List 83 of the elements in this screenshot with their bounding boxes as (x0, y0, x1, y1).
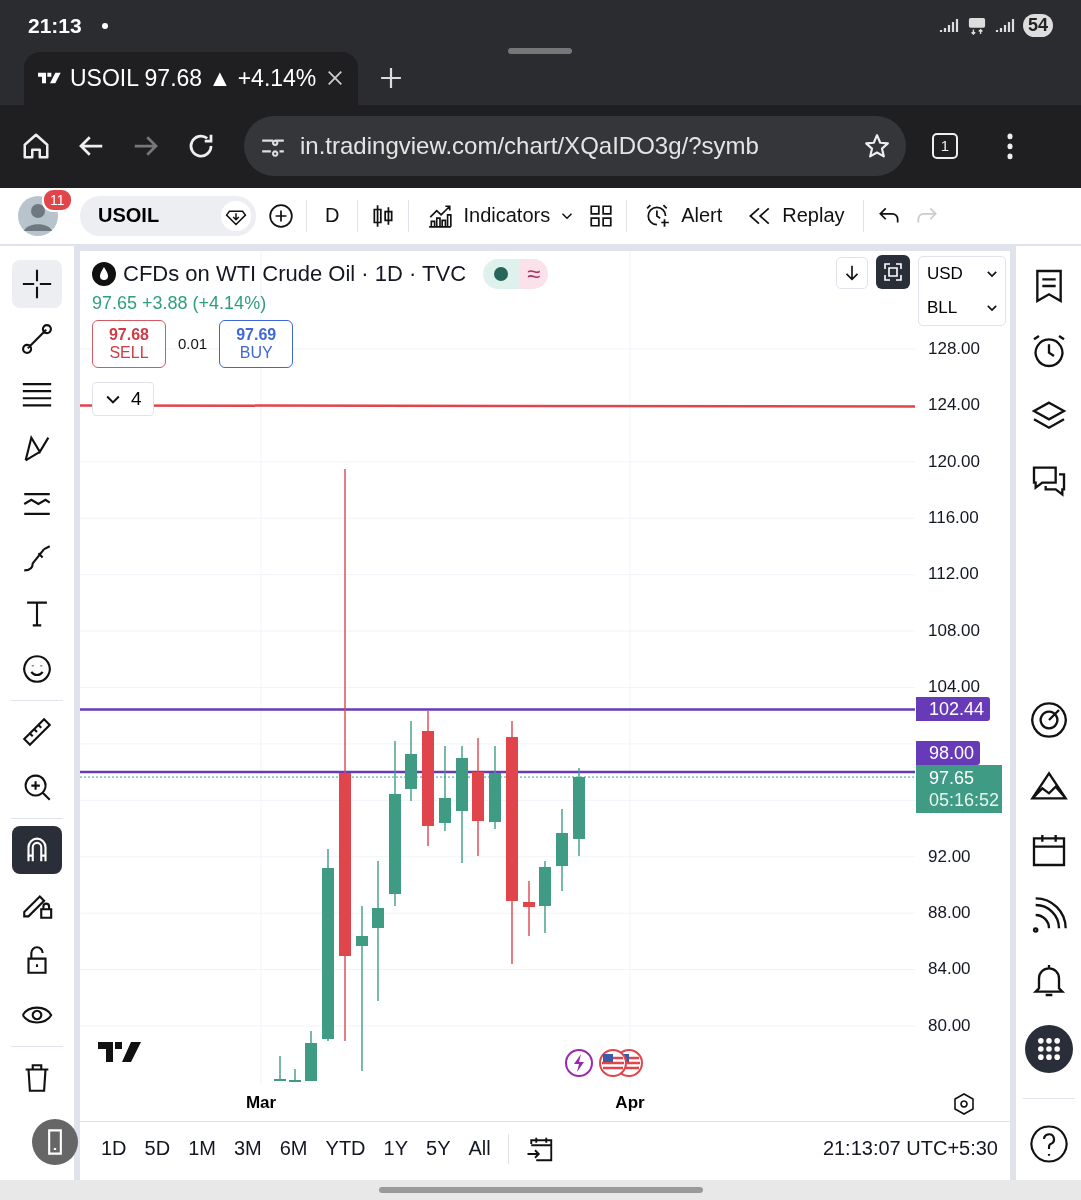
range-button[interactable]: YTD (316, 1133, 375, 1165)
chevron-down-icon (987, 304, 997, 311)
symbol-title[interactable]: CFDs on WTI Crude Oil · 1D · TVC (123, 260, 467, 287)
sell-button[interactable]: 97.68 SELL (92, 319, 166, 368)
buy-button[interactable]: 97.69 BUY (219, 319, 294, 368)
time-axis-label: Mar (244, 1092, 278, 1113)
signal-icon (994, 16, 1015, 35)
settings-icon[interactable] (952, 1091, 976, 1116)
price-axis-label: 112.00 (928, 563, 979, 586)
spread-value: 0.01 (178, 335, 208, 353)
status-time: 21:13 (28, 13, 82, 38)
price-tag: 102.44 (916, 696, 991, 721)
signal-icon (938, 16, 959, 35)
symbol-search-field[interactable]: USOIL (80, 195, 256, 236)
download-icon[interactable] (836, 256, 868, 289)
price-axis-label: 80.00 (928, 1014, 971, 1037)
range-button[interactable]: 5D (135, 1133, 180, 1165)
last-price: 97.65 (929, 766, 976, 789)
candle (274, 1055, 286, 1082)
drag-handle (508, 47, 572, 54)
alarm-plus-icon (645, 202, 672, 229)
range-button[interactable]: 3M (224, 1133, 271, 1165)
star-icon[interactable] (864, 133, 890, 160)
range-button[interactable]: All (459, 1133, 500, 1165)
tradingview-logo-icon (38, 71, 62, 86)
indicators-toggle[interactable]: 4 (92, 381, 154, 416)
interval-button[interactable]: D (319, 200, 346, 232)
browser-tab[interactable]: USOIL 97.68 ▲ +4.14% (24, 51, 358, 105)
apps-button[interactable] (1024, 1025, 1073, 1073)
price-axis-label: 108.00 (928, 619, 980, 642)
chart-icon (427, 202, 454, 229)
indicators-button[interactable]: Indicators (421, 198, 557, 233)
range-button[interactable]: 1Y (374, 1133, 417, 1165)
candle (305, 1030, 317, 1082)
time-axis-label: Apr (614, 1092, 646, 1113)
scale-selector[interactable]: USD BLL (918, 255, 1006, 326)
price-axis-label: 120.00 (928, 450, 980, 473)
oil-drop-icon (92, 261, 116, 286)
fullscreen-icon[interactable] (876, 254, 910, 289)
url-field[interactable]: in.tradingview.com/chart/XQaIDO3g/?symb (244, 116, 906, 177)
price-axis-label: 124.00 (928, 394, 980, 417)
layout-grid-icon[interactable] (588, 202, 615, 229)
symbol-text: USOIL (98, 204, 161, 228)
range-button[interactable]: 6M (270, 1133, 317, 1165)
price-axis-label: 104.00 (928, 676, 980, 699)
price-axis-label: 128.00 (928, 337, 980, 360)
flag-events-icon[interactable] (596, 1047, 646, 1078)
price-tag: 98.00 (916, 740, 981, 765)
crosshair-icon[interactable] (12, 259, 62, 308)
new-tab-icon[interactable] (380, 66, 402, 89)
price-change: 97.65 +3.88 (+4.14%) (92, 292, 267, 314)
candle (289, 1068, 301, 1082)
horizontal-line[interactable] (80, 770, 915, 774)
unit-select[interactable]: BLL (919, 297, 1005, 318)
notification-dot (101, 22, 108, 29)
add-icon[interactable] (268, 202, 294, 229)
price-axis-label: 88.00 (928, 902, 971, 924)
tradingview-logo-icon (98, 1040, 142, 1063)
alert-button[interactable]: Alert (639, 198, 729, 233)
tab-title: USOIL 97.68 ▲ +4.14% (70, 64, 318, 92)
url-text: in.tradingview.com/chart/XQaIDO3g/?symb (300, 132, 760, 161)
battery-level: 54 (1022, 14, 1053, 38)
chevron-down-icon (987, 270, 997, 277)
target-icon[interactable] (1028, 700, 1069, 740)
bar-countdown: 05:16:52 (929, 788, 1001, 811)
close-icon[interactable] (326, 69, 344, 88)
price-axis-label: 92.00 (928, 845, 971, 868)
lightning-icon[interactable] (564, 1047, 594, 1078)
price-axis-label: 116.00 (928, 507, 979, 530)
tab-count-button[interactable]: 1 (932, 133, 958, 160)
network-icon (966, 16, 987, 35)
replay-button[interactable]: Replay (740, 198, 851, 233)
price-axis-label: 84.00 (928, 958, 971, 981)
currency-select[interactable]: USD (919, 263, 1005, 284)
notification-badge: 11 (42, 187, 73, 212)
alert-line[interactable] (80, 404, 915, 408)
magnet-icon[interactable] (12, 825, 62, 874)
range-button[interactable]: 5Y (417, 1133, 460, 1165)
range-button[interactable]: 1M (179, 1133, 225, 1165)
candle (523, 880, 535, 937)
help-icon[interactable] (1028, 1124, 1069, 1164)
clock-timezone[interactable]: 21:13:07 UTC+5:30 (822, 1137, 998, 1161)
range-button[interactable]: 1D (92, 1133, 136, 1165)
